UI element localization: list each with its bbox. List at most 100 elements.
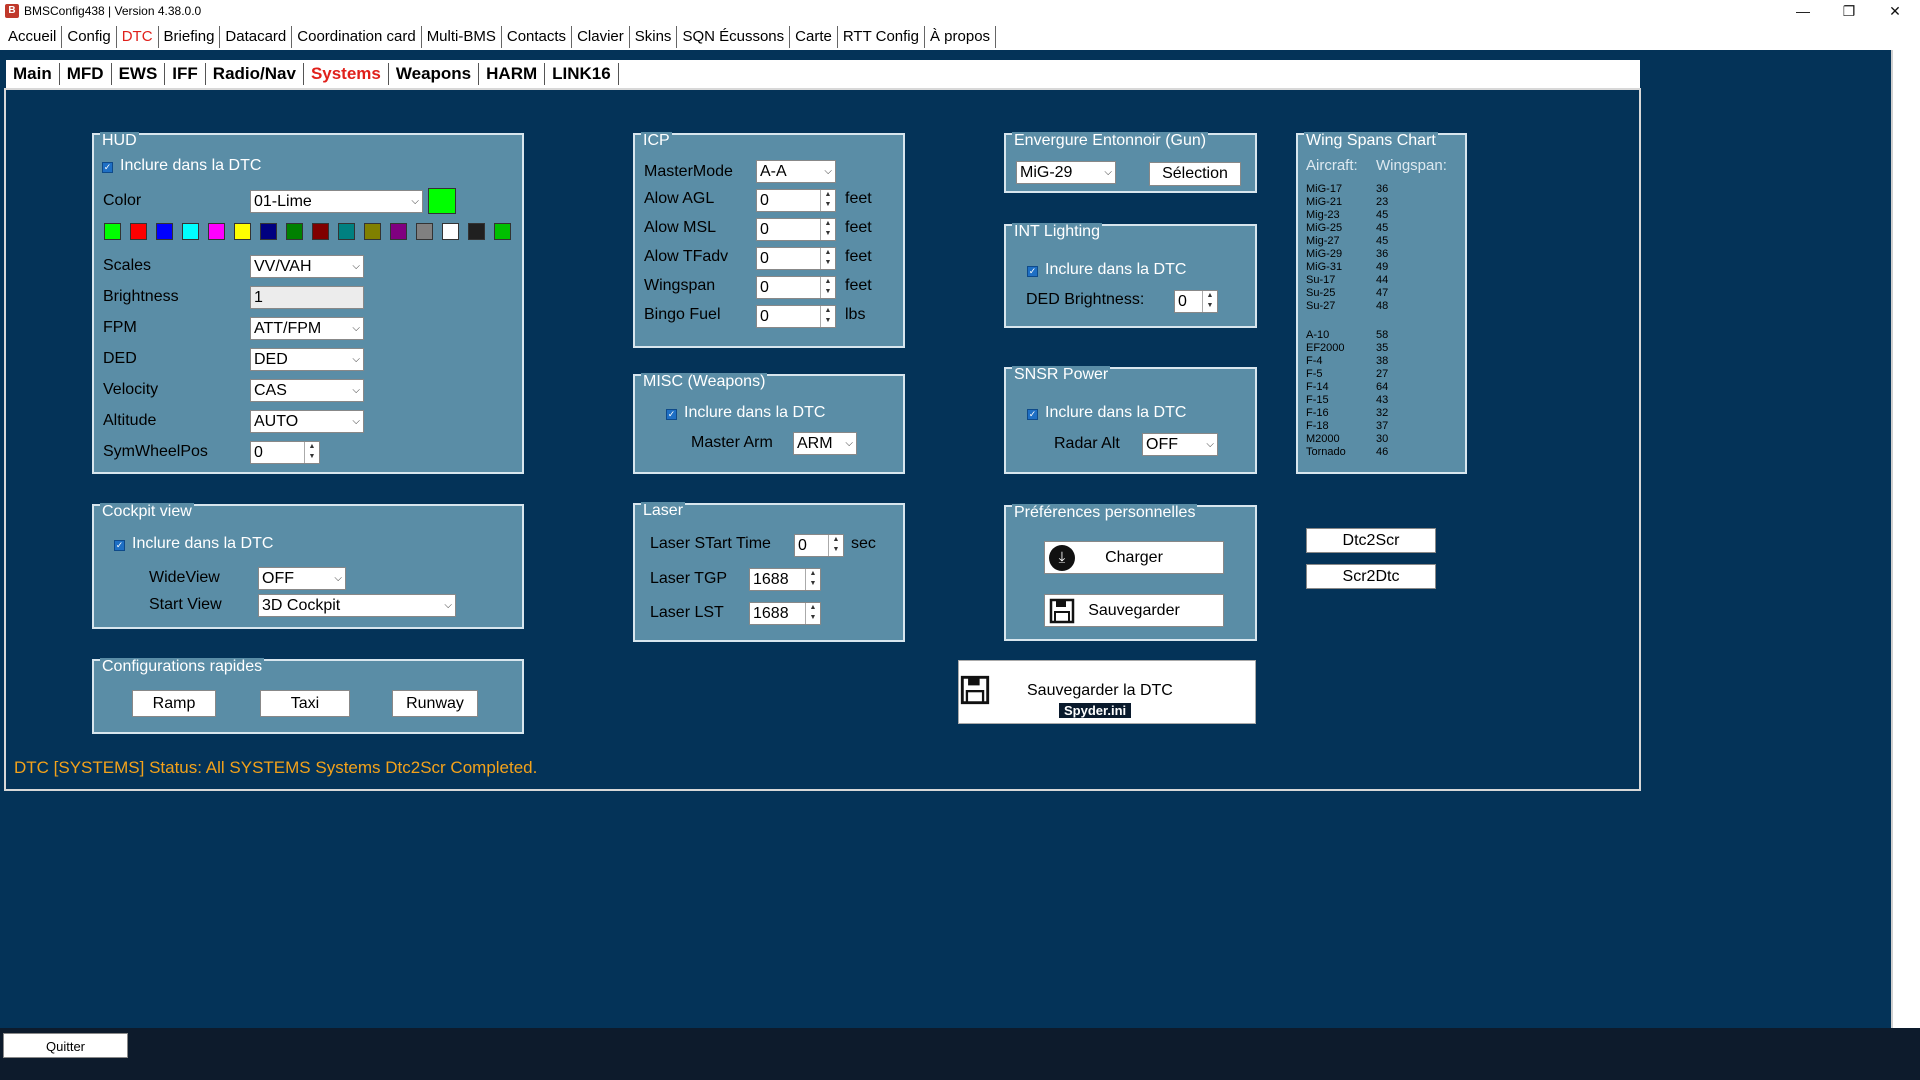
color-swatch[interactable] [364,223,381,240]
quit-button[interactable]: Quitter [3,1033,128,1058]
cockpit-include-checkbox[interactable]: ✓ [114,540,125,551]
minimize-button[interactable]: — [1780,0,1826,22]
hud-velocity-select[interactable]: CAS ⌵ [250,379,364,402]
subtab[interactable]: Main [6,63,60,85]
color-swatch[interactable] [338,223,355,240]
menu-item[interactable]: Datacard [220,26,293,48]
hud-title: HUD [100,132,139,150]
laser-tgp-stepper[interactable]: 1688 ▲ ▼ [749,568,821,591]
color-swatch[interactable] [312,223,329,240]
color-swatch[interactable] [390,223,407,240]
floppy-icon [960,675,990,710]
color-swatch[interactable] [234,223,251,240]
radar-alt-label: Radar Alt [1054,435,1120,452]
wingspan-label: Wingspan [644,277,716,294]
hud-scales-label: Scales [103,257,152,274]
hud-fpm-select[interactable]: ATT/FPM ⌵ [250,317,364,340]
subtab[interactable]: HARM [479,63,546,85]
tfadv-stepper[interactable]: 0 ▲ ▼ [756,247,836,270]
subtab[interactable]: MFD [60,63,112,85]
menu-item[interactable]: Carte [790,26,838,48]
masterarm-select[interactable]: ARM ⌵ [793,432,857,455]
menu-item[interactable]: DTC [117,26,159,48]
hud-include-checkbox[interactable]: ✓ [102,162,113,173]
menu-item[interactable]: Multi-BMS [422,26,502,48]
menu-item[interactable]: Clavier [572,26,630,48]
save-prefs-button[interactable]: Sauvegarder [1044,594,1224,627]
wing-value: 48 [1376,300,1389,312]
menu-item[interactable]: Config [62,26,117,48]
load-button[interactable]: ⤓ Charger [1044,541,1224,574]
envergure-aircraft-select[interactable]: MiG-29 ⌵ [1016,161,1116,184]
runway-button[interactable]: Runway [392,690,478,717]
menu-item[interactable]: À propos [925,26,997,48]
wing-aircraft: F-18 [1306,420,1329,432]
misc-include-checkbox[interactable]: ✓ [666,409,677,420]
menu-item[interactable]: Coordination card [292,26,422,48]
wing-value: 47 [1376,287,1389,299]
bingo-label: Bingo Fuel [644,306,721,323]
wideview-select[interactable]: OFF ⌵ [258,567,346,590]
taxi-button[interactable]: Taxi [260,690,350,717]
close-button[interactable]: ✕ [1872,0,1918,22]
wingspan-stepper[interactable]: 0 ▲ ▼ [756,276,836,299]
agl-stepper[interactable]: 0 ▲ ▼ [756,189,836,212]
color-swatch[interactable] [286,223,303,240]
int-lighting-include-checkbox[interactable]: ✓ [1027,266,1038,277]
bingo-stepper[interactable]: 0 ▲ ▼ [756,305,836,328]
save-dtc-label: Sauvegarder la DTC [1027,682,1173,699]
menu-item[interactable]: Accueil [3,26,63,48]
hud-brightness-field[interactable]: 1 [250,286,364,309]
dtc2scr-button[interactable]: Dtc2Scr [1306,528,1436,553]
hud-color-select[interactable]: 01-Lime ⌵ [250,190,423,213]
subtab[interactable]: Radio/Nav [206,63,304,85]
snsr-include-checkbox[interactable]: ✓ [1027,409,1038,420]
menu-item[interactable]: SQN Écussons [677,26,791,48]
wing-row: F-5 27 [1306,368,1388,380]
color-swatch[interactable] [182,223,199,240]
subtab[interactable]: LINK16 [545,63,619,85]
hud-ded-select[interactable]: DED ⌵ [250,348,364,371]
mastermode-select[interactable]: A-A ⌵ [756,160,836,183]
subtab[interactable]: Weapons [389,63,480,85]
wing-aircraft: Mig-27 [1306,235,1340,247]
menu-item[interactable]: Contacts [502,26,573,48]
maximize-button[interactable]: ❐ [1826,0,1872,22]
subtab[interactable]: IFF [165,63,206,85]
laser-lst-stepper[interactable]: 1688 ▲ ▼ [749,602,821,625]
startview-select[interactable]: 3D Cockpit ⌵ [258,594,456,617]
radar-alt-select[interactable]: OFF ⌵ [1142,433,1218,456]
subtab[interactable]: EWS [112,63,166,85]
color-swatch[interactable] [494,223,511,240]
color-swatch[interactable] [468,223,485,240]
menu-item[interactable]: Skins [630,26,678,48]
scr2dtc-button[interactable]: Scr2Dtc [1306,564,1436,589]
subtab[interactable]: Systems [304,63,389,85]
hud-altitude-select[interactable]: AUTO ⌵ [250,410,364,433]
hud-scales-select[interactable]: VV/VAH ⌵ [250,255,364,278]
ded-brightness-stepper[interactable]: 0 ▲ ▼ [1174,290,1218,313]
subtab-bar: Main MFD EWS IFF Radio/Nav Systems Weapons HARM… [6,60,1640,88]
color-swatch[interactable] [416,223,433,240]
wing-row: F-15 43 [1306,394,1388,406]
misc-weapons-group: MISC (Weapons) ✓ Inclure dans la DTC Mas… [633,373,905,474]
color-swatch[interactable] [130,223,147,240]
color-swatch[interactable] [104,223,121,240]
msl-stepper[interactable]: 0 ▲ ▼ [756,218,836,241]
hud-symwheel-stepper[interactable]: 0 ▲ ▼ [250,441,320,464]
color-swatch[interactable] [156,223,173,240]
save-dtc-button[interactable]: Sauvegarder la DTC Spyder.ini [958,660,1256,724]
color-swatch[interactable] [260,223,277,240]
wing-row: F-18 37 [1306,420,1388,432]
floppy-icon [1049,598,1075,635]
selection-button[interactable]: Sélection [1149,162,1241,186]
menu-item[interactable]: Briefing [159,26,221,48]
laser-start-stepper[interactable]: 0 ▲ ▼ [794,534,844,557]
laser-group: Laser Laser STart Time 0 ▲ ▼ sec Laser TGP… [633,502,905,642]
wing-aircraft: MiG-25 [1306,222,1343,234]
menu-item[interactable]: RTT Config [838,26,925,48]
color-swatch[interactable] [208,223,225,240]
color-swatch[interactable] [442,223,459,240]
ramp-button[interactable]: Ramp [132,690,216,717]
snsr-include-label: Inclure dans la DTC [1045,404,1187,421]
